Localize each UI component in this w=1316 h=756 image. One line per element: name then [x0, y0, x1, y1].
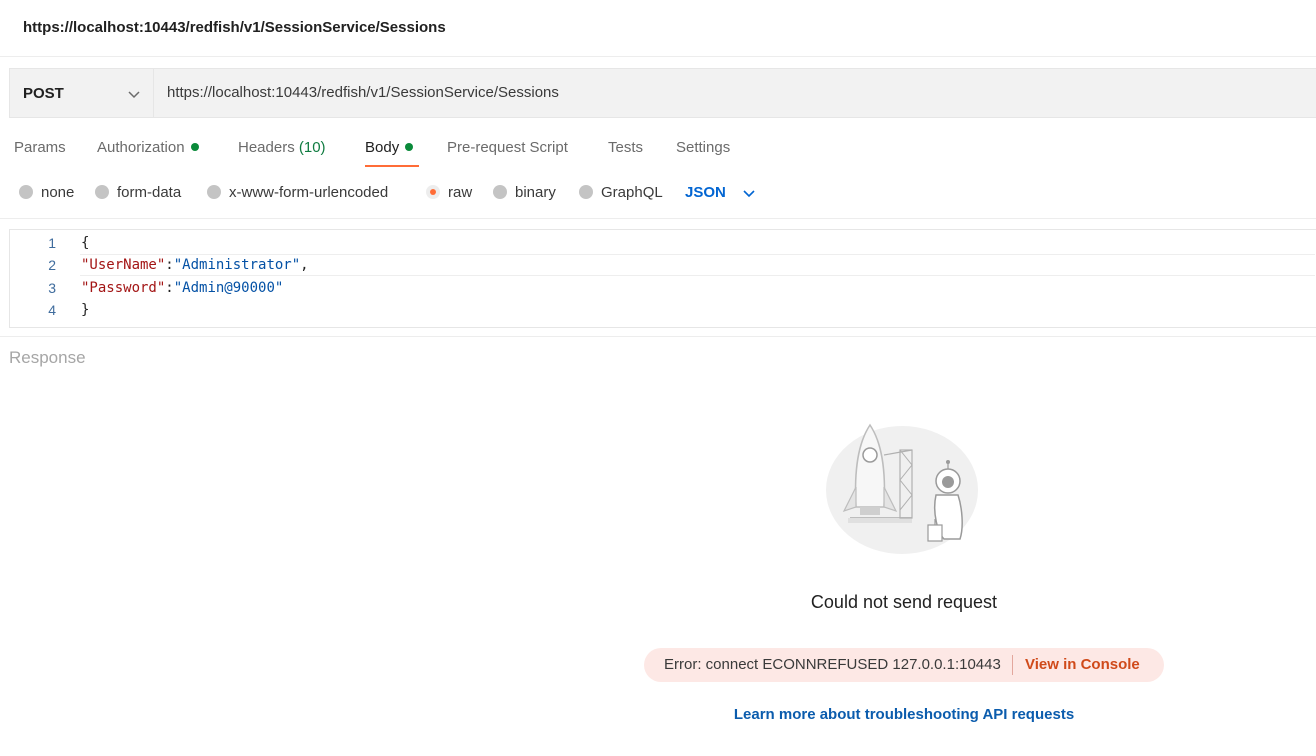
json-colon: :: [165, 257, 174, 273]
json-value: "Administrator": [173, 257, 301, 273]
code-editor[interactable]: 1 { 2 "UserName":"Administrator", 3 "Pas…: [9, 229, 1316, 328]
tab-body-label: Body: [365, 139, 400, 156]
radio-circle-icon: [207, 185, 221, 199]
format-dropdown[interactable]: JSON: [685, 184, 726, 201]
tab-prerequest-script[interactable]: Pre-request Script: [447, 139, 568, 156]
request-tabs: Params Authorization Headers (10) Body P…: [0, 133, 800, 173]
open-brace: {: [81, 235, 90, 251]
tab-authorization-label: Authorization: [97, 139, 185, 156]
radio-binary-label: binary: [515, 184, 556, 201]
radio-binary[interactable]: binary: [493, 184, 556, 201]
line-number: 2: [48, 257, 56, 273]
radio-none[interactable]: none: [19, 184, 74, 201]
json-colon: :: [165, 280, 174, 296]
json-key: "UserName": [81, 257, 166, 273]
headers-count-badge: (10): [298, 139, 326, 156]
request-url-bar: POST https://localhost:10443/redfish/v1/…: [9, 68, 1316, 118]
json-comma: ,: [300, 257, 309, 273]
empty-state-message: Could not send request: [810, 592, 998, 612]
tab-params[interactable]: Params: [14, 139, 66, 156]
radio-circle-icon: [95, 185, 109, 199]
code-line: 2 "UserName":"Administrator",: [10, 254, 1315, 276]
tab-authorization[interactable]: Authorization: [97, 139, 199, 156]
radio-graphql-label: GraphQL: [601, 184, 663, 201]
chevron-down-icon: [128, 91, 140, 99]
radio-urlencoded[interactable]: x-www-form-urlencoded: [207, 184, 388, 201]
url-input[interactable]: https://localhost:10443/redfish/v1/Sessi…: [167, 84, 559, 101]
tab-headers[interactable]: Headers (10): [238, 139, 326, 156]
radio-none-label: none: [41, 184, 75, 201]
radio-circle-icon: [19, 185, 33, 199]
radio-urlencoded-label: x-www-form-urlencoded: [229, 184, 389, 201]
divider: [0, 218, 1316, 219]
json-value: "Admin@90000": [173, 280, 284, 296]
window-title-bar: https://localhost:10443/redfish/v1/Sessi…: [0, 0, 1316, 57]
authorization-status-dot: [190, 143, 199, 151]
code-content: "Password":"Admin@90000": [81, 277, 283, 299]
chevron-down-icon[interactable]: [742, 186, 756, 200]
tab-tests[interactable]: Tests: [608, 139, 643, 156]
json-key: "Password": [81, 280, 166, 296]
error-message: Error: connect ECONNREFUSED 127.0.0.1:10…: [664, 656, 1001, 673]
line-number: 3: [48, 280, 56, 296]
radio-circle-icon: [493, 185, 507, 199]
tab-settings[interactable]: Settings: [676, 139, 730, 156]
radio-selected-icon: [426, 185, 440, 199]
troubleshooting-link[interactable]: Learn more about troubleshooting API req…: [0, 706, 1316, 723]
error-separator: [1012, 655, 1013, 675]
radio-graphql[interactable]: GraphQL: [579, 184, 663, 201]
line-number: 1: [48, 235, 56, 251]
divider: [0, 336, 1316, 337]
code-line: 3 "Password":"Admin@90000": [10, 277, 1315, 299]
radio-raw-label: raw: [448, 184, 473, 201]
code-content: "UserName":"Administrator",: [81, 254, 309, 276]
body-type-selector: none form-data x-www-form-urlencoded raw…: [0, 180, 800, 208]
method-label: POST: [23, 85, 64, 102]
tab-body[interactable]: Body: [365, 139, 414, 156]
close-brace: }: [81, 302, 90, 318]
line-number: 4: [48, 302, 56, 318]
response-heading: Response: [9, 348, 86, 367]
method-dropdown[interactable]: POST: [10, 69, 154, 117]
error-banner: Error: connect ECONNREFUSED 127.0.0.1:10…: [644, 648, 1164, 682]
code-line: 4 }: [10, 299, 1315, 321]
tab-headers-label: Headers: [238, 139, 295, 156]
radio-form-data-label: form-data: [117, 184, 182, 201]
radio-circle-icon: [579, 185, 593, 199]
radio-raw[interactable]: raw: [426, 184, 472, 201]
active-tab-indicator: [365, 165, 419, 167]
code-line: 1 {: [10, 232, 1315, 254]
body-status-dot: [405, 143, 414, 151]
window-title: https://localhost:10443/redfish/v1/Sessi…: [23, 19, 446, 36]
radio-form-data[interactable]: form-data: [95, 184, 181, 201]
view-in-console-link[interactable]: View in Console: [1025, 656, 1140, 673]
rocket-astronaut-illustration-icon: [826, 415, 979, 561]
